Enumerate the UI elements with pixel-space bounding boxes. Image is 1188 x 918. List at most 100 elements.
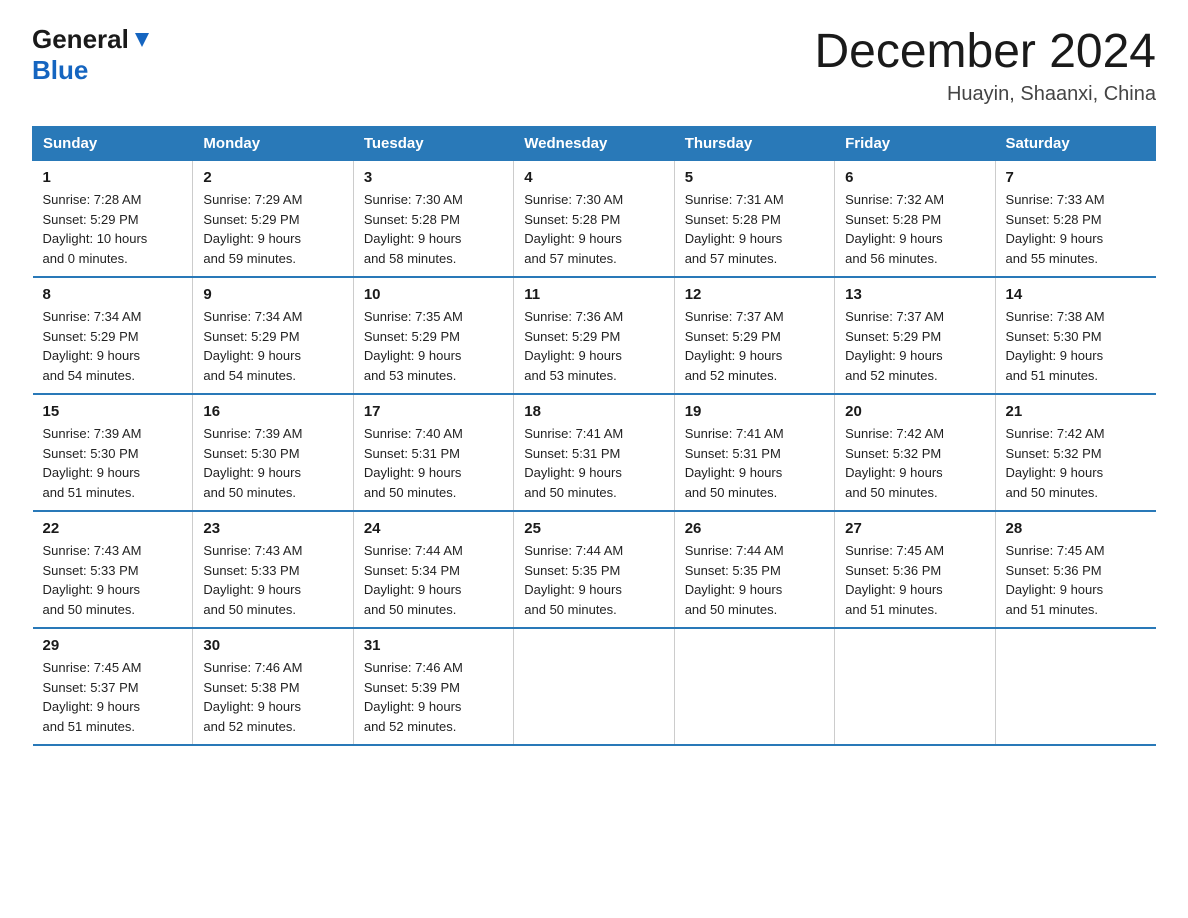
table-row: 23 Sunrise: 7:43 AMSunset: 5:33 PMDayligh… [193, 511, 353, 628]
day-info: Sunrise: 7:36 AMSunset: 5:29 PMDaylight:… [524, 307, 663, 385]
day-info: Sunrise: 7:37 AMSunset: 5:29 PMDaylight:… [845, 307, 984, 385]
table-row: 26 Sunrise: 7:44 AMSunset: 5:35 PMDayligh… [674, 511, 834, 628]
day-number: 2 [203, 169, 342, 186]
day-info: Sunrise: 7:45 AMSunset: 5:36 PMDaylight:… [1006, 541, 1146, 619]
day-info: Sunrise: 7:30 AMSunset: 5:28 PMDaylight:… [524, 190, 663, 268]
table-row: 15Sunrise: 7:39 AMSunset: 5:30 PMDayligh… [33, 394, 193, 511]
table-row: 11 Sunrise: 7:36 AMSunset: 5:29 PMDayligh… [514, 277, 674, 394]
table-row: 13 Sunrise: 7:37 AMSunset: 5:29 PMDayligh… [835, 277, 995, 394]
day-number: 5 [685, 169, 824, 186]
day-info: Sunrise: 7:46 AMSunset: 5:39 PMDaylight:… [364, 658, 503, 736]
col-saturday: Saturday [995, 127, 1155, 161]
table-row: 1 Sunrise: 7:28 AMSunset: 5:29 PMDaylight… [33, 161, 193, 278]
table-row: 3 Sunrise: 7:30 AMSunset: 5:28 PMDaylight… [353, 161, 513, 278]
day-number: 29 [43, 637, 183, 654]
day-info: Sunrise: 7:42 AMSunset: 5:32 PMDaylight:… [845, 424, 984, 502]
day-number: 3 [364, 169, 503, 186]
day-info: Sunrise: 7:41 AMSunset: 5:31 PMDaylight:… [524, 424, 663, 502]
day-number: 15 [43, 403, 183, 420]
day-info: Sunrise: 7:32 AMSunset: 5:28 PMDaylight:… [845, 190, 984, 268]
table-row: 7Sunrise: 7:33 AMSunset: 5:28 PMDaylight… [995, 161, 1155, 278]
day-info: Sunrise: 7:40 AMSunset: 5:31 PMDaylight:… [364, 424, 503, 502]
table-row: 16 Sunrise: 7:39 AMSunset: 5:30 PMDayligh… [193, 394, 353, 511]
day-info: Sunrise: 7:34 AMSunset: 5:29 PMDaylight:… [43, 307, 183, 385]
calendar-week-row: 8 Sunrise: 7:34 AMSunset: 5:29 PMDaylight… [33, 277, 1156, 394]
day-number: 12 [685, 286, 824, 303]
calendar-title: December 2024 [814, 24, 1156, 79]
day-number: 20 [845, 403, 984, 420]
day-number: 7 [1006, 169, 1146, 186]
day-info: Sunrise: 7:42 AMSunset: 5:32 PMDaylight:… [1006, 424, 1146, 502]
table-row: 25 Sunrise: 7:44 AMSunset: 5:35 PMDayligh… [514, 511, 674, 628]
col-wednesday: Wednesday [514, 127, 674, 161]
page-header: General Blue December 2024 Huayin, Shaan… [32, 24, 1156, 106]
table-row [835, 628, 995, 745]
day-number: 9 [203, 286, 342, 303]
day-info: Sunrise: 7:43 AMSunset: 5:33 PMDaylight:… [43, 541, 183, 619]
table-row: 6 Sunrise: 7:32 AMSunset: 5:28 PMDaylight… [835, 161, 995, 278]
calendar-table: Sunday Monday Tuesday Wednesday Thursday… [32, 126, 1156, 746]
day-info: Sunrise: 7:43 AMSunset: 5:33 PMDaylight:… [203, 541, 342, 619]
day-info: Sunrise: 7:31 AMSunset: 5:28 PMDaylight:… [685, 190, 824, 268]
title-block: December 2024 Huayin, Shaanxi, China [814, 24, 1156, 106]
calendar-header-row: Sunday Monday Tuesday Wednesday Thursday… [33, 127, 1156, 161]
table-row: 9 Sunrise: 7:34 AMSunset: 5:29 PMDaylight… [193, 277, 353, 394]
table-row: 20 Sunrise: 7:42 AMSunset: 5:32 PMDayligh… [835, 394, 995, 511]
table-row: 24 Sunrise: 7:44 AMSunset: 5:34 PMDayligh… [353, 511, 513, 628]
table-row: 28Sunrise: 7:45 AMSunset: 5:36 PMDayligh… [995, 511, 1155, 628]
col-tuesday: Tuesday [353, 127, 513, 161]
day-number: 23 [203, 520, 342, 537]
table-row: 8 Sunrise: 7:34 AMSunset: 5:29 PMDaylight… [33, 277, 193, 394]
table-row [674, 628, 834, 745]
col-sunday: Sunday [33, 127, 193, 161]
day-number: 8 [43, 286, 183, 303]
day-info: Sunrise: 7:35 AMSunset: 5:29 PMDaylight:… [364, 307, 503, 385]
day-number: 10 [364, 286, 503, 303]
day-number: 1 [43, 169, 183, 186]
table-row: 22Sunrise: 7:43 AMSunset: 5:33 PMDayligh… [33, 511, 193, 628]
day-number: 13 [845, 286, 984, 303]
day-info: Sunrise: 7:44 AMSunset: 5:35 PMDaylight:… [685, 541, 824, 619]
day-number: 27 [845, 520, 984, 537]
table-row: 2Sunrise: 7:29 AMSunset: 5:29 PMDaylight… [193, 161, 353, 278]
day-info: Sunrise: 7:30 AMSunset: 5:28 PMDaylight:… [364, 190, 503, 268]
calendar-week-row: 29 Sunrise: 7:45 AMSunset: 5:37 PMDayligh… [33, 628, 1156, 745]
table-row: 19 Sunrise: 7:41 AMSunset: 5:31 PMDayligh… [674, 394, 834, 511]
day-info: Sunrise: 7:41 AMSunset: 5:31 PMDaylight:… [685, 424, 824, 502]
day-info: Sunrise: 7:37 AMSunset: 5:29 PMDaylight:… [685, 307, 824, 385]
logo-blue-text: Blue [32, 55, 88, 86]
calendar-week-row: 22Sunrise: 7:43 AMSunset: 5:33 PMDayligh… [33, 511, 1156, 628]
day-info: Sunrise: 7:45 AMSunset: 5:37 PMDaylight:… [43, 658, 183, 736]
day-number: 21 [1006, 403, 1146, 420]
calendar-week-row: 15 Sunrise: 7:39 AMSunset: 5:30 PMDayligh… [33, 394, 1156, 511]
day-info: Sunrise: 7:28 AMSunset: 5:29 PMDaylight:… [43, 190, 183, 268]
table-row: 10 Sunrise: 7:35 AMSunset: 5:29 PMDayligh… [353, 277, 513, 394]
day-number: 26 [685, 520, 824, 537]
day-number: 4 [524, 169, 663, 186]
day-number: 25 [524, 520, 663, 537]
table-row: 29 Sunrise: 7:45 AMSunset: 5:37 PMDayligh… [33, 628, 193, 745]
day-number: 6 [845, 169, 984, 186]
table-row: 4 Sunrise: 7:30 AMSunset: 5:28 PMDaylight… [514, 161, 674, 278]
day-info: Sunrise: 7:44 AMSunset: 5:34 PMDaylight:… [364, 541, 503, 619]
table-row: 31Sunrise: 7:46 AMSunset: 5:39 PMDayligh… [353, 628, 513, 745]
day-number: 16 [203, 403, 342, 420]
day-info: Sunrise: 7:44 AMSunset: 5:35 PMDaylight:… [524, 541, 663, 619]
table-row: 5 Sunrise: 7:31 AMSunset: 5:28 PMDaylight… [674, 161, 834, 278]
day-number: 30 [203, 637, 342, 654]
day-number: 19 [685, 403, 824, 420]
table-row: 12 Sunrise: 7:37 AMSunset: 5:29 PMDayligh… [674, 277, 834, 394]
day-info: Sunrise: 7:39 AMSunset: 5:30 PMDaylight:… [203, 424, 342, 502]
table-row [995, 628, 1155, 745]
day-info: Sunrise: 7:38 AMSunset: 5:30 PMDaylight:… [1006, 307, 1146, 385]
day-info: Sunrise: 7:45 AMSunset: 5:36 PMDaylight:… [845, 541, 984, 619]
table-row [514, 628, 674, 745]
day-number: 17 [364, 403, 503, 420]
logo-triangle-icon [131, 29, 153, 51]
day-number: 11 [524, 286, 663, 303]
table-row: 30Sunrise: 7:46 AMSunset: 5:38 PMDayligh… [193, 628, 353, 745]
table-row: 14Sunrise: 7:38 AMSunset: 5:30 PMDayligh… [995, 277, 1155, 394]
day-info: Sunrise: 7:34 AMSunset: 5:29 PMDaylight:… [203, 307, 342, 385]
day-number: 24 [364, 520, 503, 537]
table-row: 21 Sunrise: 7:42 AMSunset: 5:32 PMDayligh… [995, 394, 1155, 511]
